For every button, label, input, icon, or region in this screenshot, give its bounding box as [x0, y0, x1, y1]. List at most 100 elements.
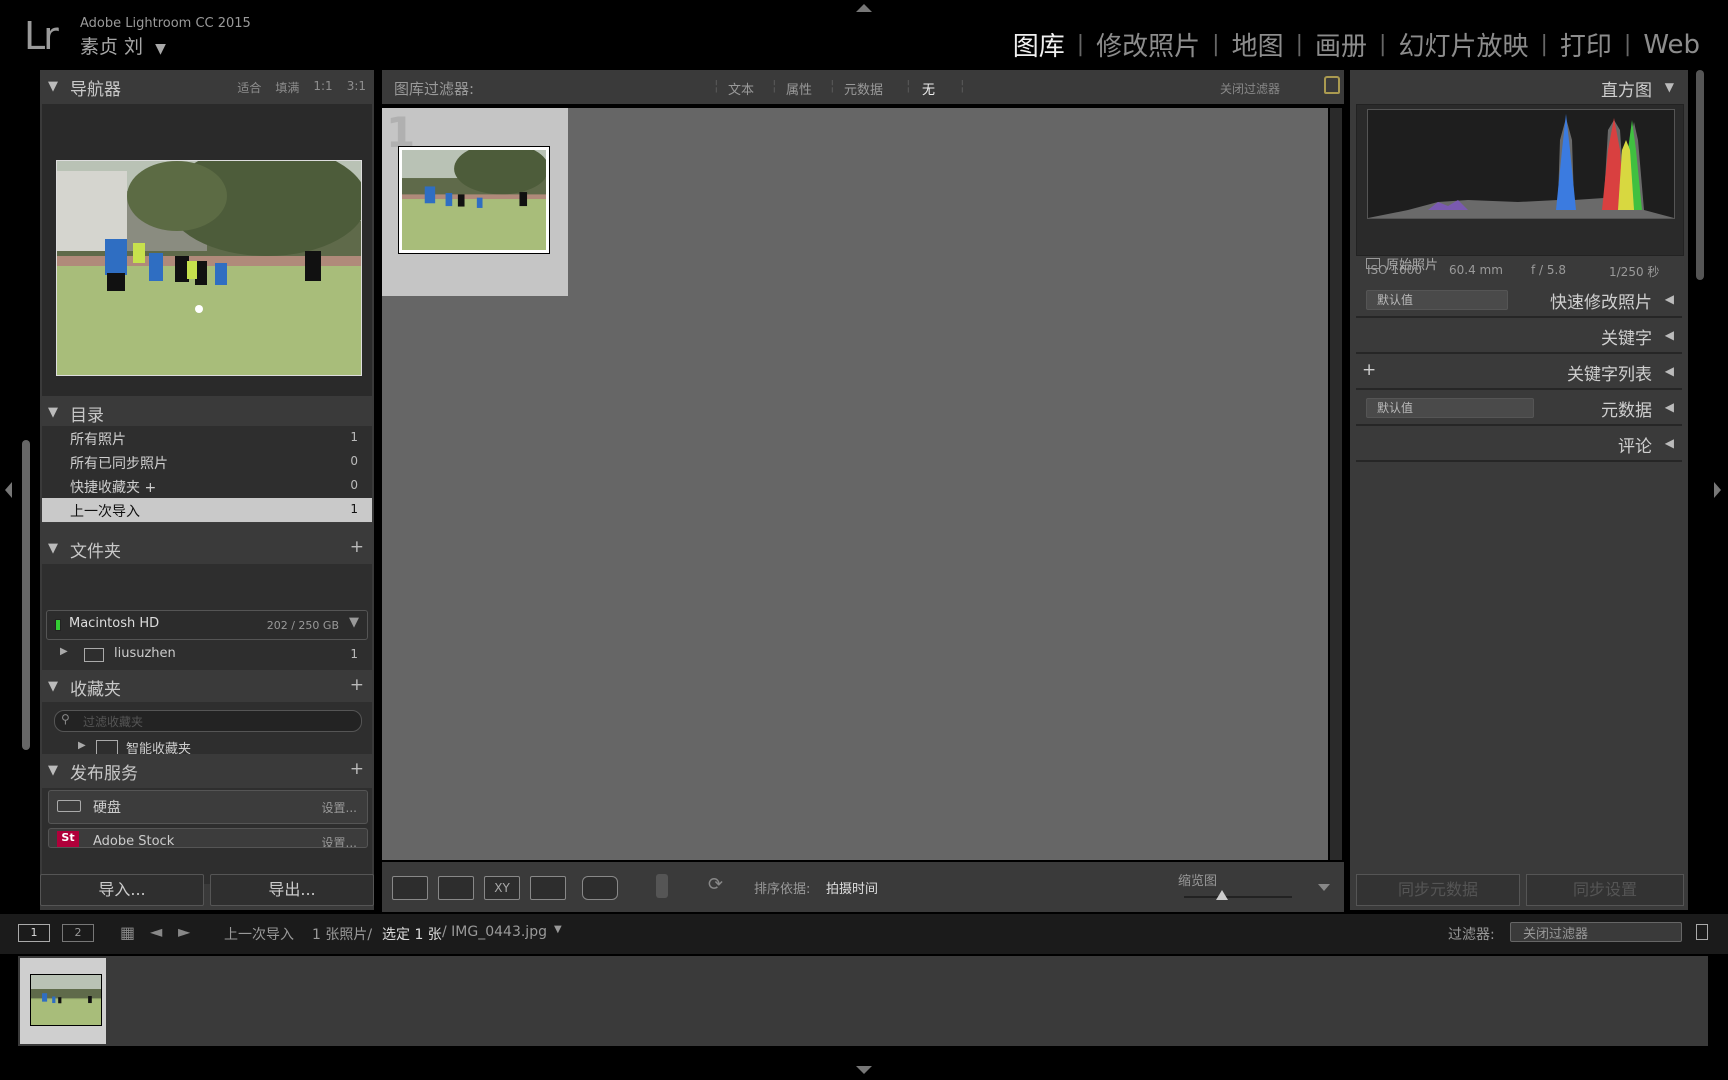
module-print[interactable]: 打印 [1548, 26, 1624, 63]
module-library[interactable]: 图库 [1001, 26, 1077, 63]
toolbar-menu-icon[interactable] [1318, 884, 1330, 891]
filmstrip-filter-select[interactable]: 关闭过滤器 [1510, 922, 1682, 942]
collapse-top-panel-icon[interactable] [856, 4, 872, 12]
navigator-photo[interactable] [56, 160, 362, 376]
add-collection-icon[interactable]: + [350, 675, 364, 695]
expand-triangle-icon[interactable]: ▶ [60, 646, 68, 657]
user-name: 素贞 刘 [80, 36, 144, 58]
filter-metadata[interactable]: 元数据 [844, 79, 883, 98]
loupe-view-icon[interactable] [438, 876, 474, 900]
catalog-previous-import[interactable]: 上一次导入 1 [42, 498, 372, 523]
export-button[interactable]: 导出... [210, 874, 374, 906]
adobe-stock-icon: St [57, 831, 79, 847]
filmstrip-thumbnail[interactable] [30, 974, 102, 1026]
zoom-fit[interactable]: 适合 [237, 79, 261, 96]
collapse-right-panel-icon[interactable] [1714, 482, 1721, 498]
collections-header[interactable]: ▼ 收藏夹 + [40, 670, 374, 702]
collapse-left-panel-icon[interactable] [5, 482, 12, 498]
chevron-down-icon[interactable]: ▼ [155, 41, 166, 57]
filmstrip[interactable] [18, 956, 1708, 1046]
module-slideshow[interactable]: 幻灯片放映 [1386, 26, 1540, 63]
import-button[interactable]: 导入... [40, 874, 204, 906]
sort-direction-icon[interactable]: ⟳ [708, 874, 723, 895]
filter-text[interactable]: 文本 [728, 79, 754, 98]
triangle-down-icon[interactable]: ▼ [349, 615, 359, 630]
module-web[interactable]: Web [1631, 30, 1712, 60]
screen-2-button[interactable]: 2 [62, 924, 94, 942]
screen-1-button[interactable]: 1 [18, 924, 50, 942]
volume-macintosh-hd[interactable]: Macintosh HD 202 / 250 GB ▼ [46, 610, 368, 640]
collapse-filmstrip-icon[interactable] [856, 1066, 872, 1074]
filter-separator: ¦ [960, 78, 965, 94]
module-divider: | [1212, 32, 1220, 57]
survey-view-icon[interactable] [530, 876, 566, 900]
zoom-3-1[interactable]: 3:1 [347, 79, 366, 96]
painter-spray-icon[interactable] [656, 874, 668, 898]
left-panel-scrollbar[interactable] [22, 440, 30, 750]
filmstrip-filename[interactable]: / IMG_0443.jpg [442, 924, 547, 940]
grid-view[interactable]: 1 [382, 108, 1328, 860]
add-keyword-icon[interactable]: + [1362, 360, 1376, 380]
catalog-quick-collection[interactable]: 快捷收藏夹 + 0 [42, 474, 372, 499]
module-book[interactable]: 画册 [1303, 26, 1379, 63]
lock-icon[interactable] [1324, 76, 1340, 94]
catalog-item-label: 上一次导入 [70, 504, 140, 520]
right-panel-scrollbar[interactable] [1696, 70, 1704, 280]
identity-plate[interactable]: 素贞 刘 ▼ [80, 32, 166, 59]
module-develop[interactable]: 修改照片 [1084, 26, 1212, 63]
people-view-icon[interactable] [582, 876, 618, 900]
keywording-header[interactable]: 关键字 ◀ [1356, 318, 1682, 354]
filmstrip-selected-count: 选定 1 张 [382, 927, 442, 943]
collection-filter-input[interactable]: ⚲ 过滤收藏夹 [54, 710, 362, 732]
filmstrip-source[interactable]: 上一次导入 [224, 924, 294, 944]
metadata-title: 元数据 [1601, 401, 1652, 421]
expand-triangle-icon[interactable]: ▶ [78, 740, 86, 751]
arrow-left-icon[interactable]: ◄ [150, 922, 162, 941]
filter-preset-select[interactable]: 关闭过滤器 [1220, 80, 1280, 97]
metadata-preset-select[interactable]: 默认值 [1366, 398, 1534, 418]
publish-hard-drive[interactable]: 硬盘 设置... [48, 790, 368, 824]
grid-thumbnail[interactable] [398, 142, 550, 254]
quick-develop-header[interactable]: 默认值 快速修改照片 ◀ [1356, 282, 1682, 318]
filter-lock-switch[interactable] [1696, 924, 1708, 940]
grid-icon[interactable]: ▦ [120, 923, 135, 942]
filmstrip-cell[interactable] [20, 958, 106, 1044]
catalog-all-synced[interactable]: 所有已同步照片 0 [42, 450, 372, 475]
compare-view-icon[interactable]: XY [484, 876, 520, 900]
filter-attribute[interactable]: 属性 [786, 79, 812, 98]
grid-view-icon[interactable] [392, 876, 428, 900]
comments-header[interactable]: 评论 ◀ [1356, 426, 1682, 462]
quick-develop-preset-select[interactable]: 默认值 [1366, 290, 1508, 310]
publish-adobe-stock[interactable]: St Adobe Stock 设置... [48, 828, 368, 848]
zoom-1-1[interactable]: 1:1 [313, 79, 332, 96]
histogram-header[interactable]: 直方图 ▼ [1356, 70, 1682, 104]
slider-handle[interactable] [1216, 890, 1228, 900]
sync-settings-button[interactable]: 同步设置 [1526, 874, 1684, 906]
grid-cell[interactable]: 1 [382, 108, 568, 296]
catalog-header[interactable]: ▼ 目录 [40, 396, 374, 428]
navigator-header[interactable]: ▼ 导航器 适合 填满 1:1 3:1 [40, 70, 374, 102]
publish-hd-setup[interactable]: 设置... [322, 799, 357, 816]
catalog-all-photos[interactable]: 所有照片 1 [42, 426, 372, 451]
sync-metadata-button[interactable]: 同步元数据 [1356, 874, 1520, 906]
chevron-down-icon[interactable]: ▼ [554, 924, 562, 935]
folders-header[interactable]: ▼ 文件夹 + [40, 532, 374, 564]
folder-liusuzhen[interactable]: ▶ liusuzhen 1 [42, 642, 372, 668]
publish-services-header[interactable]: ▼ 发布服务 + [40, 754, 374, 786]
original-photo-checkbox[interactable] [1366, 258, 1380, 269]
navigator-preview[interactable] [42, 104, 372, 434]
add-publish-service-icon[interactable]: + [350, 759, 364, 779]
histogram-graph[interactable] [1367, 109, 1675, 219]
filter-separator: ¦ [830, 78, 835, 94]
arrow-right-icon[interactable]: ► [178, 922, 190, 941]
publish-stock-setup[interactable]: 设置... [322, 834, 357, 847]
module-map[interactable]: 地图 [1220, 26, 1296, 63]
thumbnail-size-slider[interactable] [1184, 896, 1292, 898]
zoom-fill[interactable]: 填满 [275, 79, 299, 96]
grid-scrollbar[interactable] [1330, 108, 1342, 860]
metadata-header[interactable]: 默认值 元数据 ◀ [1356, 390, 1682, 426]
sort-select[interactable]: 拍摄时间 [826, 878, 878, 897]
filter-none[interactable]: 无 [922, 79, 935, 98]
keyword-list-header[interactable]: + 关键字列表 ◀ [1356, 354, 1682, 390]
add-folder-icon[interactable]: + [350, 537, 364, 557]
